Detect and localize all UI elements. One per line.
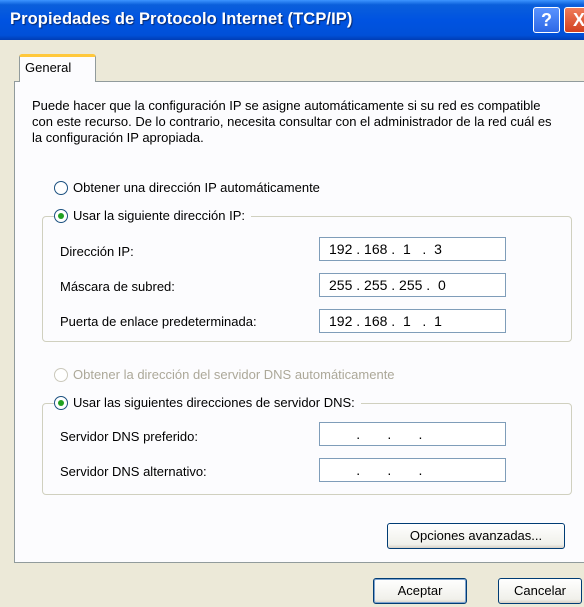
title-bar[interactable]: Propiedades de Protocolo Internet (TCP/I… (0, 0, 584, 40)
help-button[interactable]: ? (533, 7, 560, 33)
close-button[interactable]: X (564, 7, 584, 33)
advanced-options-button[interactable]: Opciones avanzadas... (387, 523, 565, 549)
radio-use-dns-label: Usar las siguientes direcciones de servi… (73, 395, 355, 410)
ip-address-field[interactable]: 192 . 168 . 1 . 3 (319, 237, 506, 261)
tab-general-label: General (25, 60, 72, 75)
cancel-button[interactable]: Cancelar (498, 578, 582, 604)
radio-use-dns-indicator[interactable] (54, 395, 68, 410)
subnet-mask-label: Máscara de subred: (60, 279, 175, 294)
default-gateway-label: Puerta de enlace predeterminada: (60, 314, 257, 329)
subnet-mask-field[interactable]: 255 . 255 . 255 . 0 (319, 273, 506, 297)
window-title: Propiedades de Protocolo Internet (TCP/I… (10, 10, 353, 28)
radio-use-dns[interactable]: Usar las siguientes direcciones de servi… (54, 395, 361, 410)
radio-use-ip[interactable]: Usar la siguiente dirección IP: (54, 208, 251, 223)
tab-general[interactable]: General (19, 54, 96, 82)
preferred-dns-field[interactable]: . . . (319, 422, 506, 446)
ok-button[interactable]: Aceptar (373, 578, 467, 604)
radio-use-ip-indicator[interactable] (54, 208, 68, 223)
alternate-dns-field[interactable]: . . . (319, 458, 506, 482)
radio-use-ip-label: Usar la siguiente dirección IP: (73, 208, 245, 223)
default-gateway-field[interactable]: 192 . 168 . 1 . 1 (319, 309, 506, 333)
radio-obtain-ip-auto-indicator[interactable] (54, 180, 68, 195)
radio-obtain-ip-auto[interactable]: Obtener una dirección IP automáticamente (54, 180, 326, 195)
radio-obtain-dns-auto-indicator (54, 367, 68, 382)
radio-obtain-dns-auto: Obtener la dirección del servidor DNS au… (54, 367, 401, 382)
ip-address-label: Dirección IP: (60, 244, 134, 259)
close-icon: X (572, 10, 584, 30)
radio-obtain-ip-auto-label: Obtener una dirección IP automáticamente (73, 180, 320, 195)
radio-obtain-dns-auto-label: Obtener la dirección del servidor DNS au… (73, 367, 395, 382)
intro-text: Puede hacer que la configuración IP se a… (32, 98, 552, 145)
preferred-dns-label: Servidor DNS preferido: (60, 429, 198, 444)
help-icon: ? (541, 10, 552, 30)
alternate-dns-label: Servidor DNS alternativo: (60, 464, 207, 479)
